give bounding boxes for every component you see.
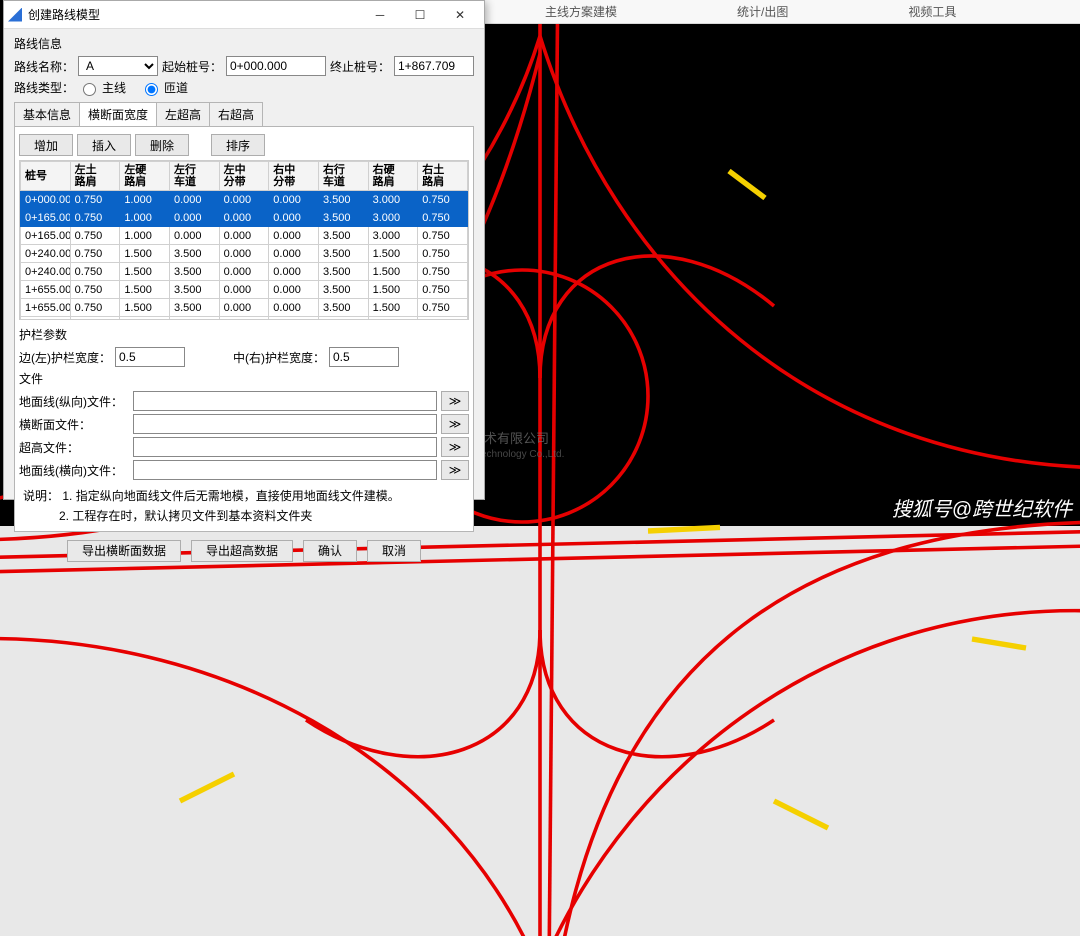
sohu-credit: 搜狐号@跨世纪软件 bbox=[892, 493, 1072, 522]
table-row[interactable]: 1+655.0000.7501.5003.5000.0000.0003.5001… bbox=[21, 299, 468, 317]
table-row[interactable]: 1+690.0000.7501.5000.0000.0000.0003.5001… bbox=[21, 317, 468, 320]
cancel-button[interactable]: 取消 bbox=[367, 540, 421, 562]
col-header[interactable]: 右中分带 bbox=[269, 162, 319, 191]
file-input-0[interactable] bbox=[133, 391, 437, 411]
file-input-1[interactable] bbox=[133, 414, 437, 434]
create-route-dialog: 创建路线模型 ─ ☐ ✕ 路线信息 路线名称： A 起始桩号： 终止桩号： 路线… bbox=[3, 0, 485, 500]
tab-super-left[interactable]: 左超高 bbox=[156, 102, 210, 126]
col-header[interactable]: 桩号 bbox=[21, 162, 71, 191]
guard-right-input[interactable] bbox=[329, 347, 399, 367]
browse-button-2[interactable]: ≫ bbox=[441, 437, 469, 457]
col-header[interactable]: 右土路肩 bbox=[418, 162, 468, 191]
browse-button-1[interactable]: ≫ bbox=[441, 414, 469, 434]
add-button[interactable]: 增加 bbox=[19, 134, 73, 156]
table-row[interactable]: 1+655.0000.7501.5003.5000.0000.0003.5001… bbox=[21, 281, 468, 299]
radio-mainline[interactable]: 主线 bbox=[78, 79, 126, 96]
browse-button-3[interactable]: ≫ bbox=[441, 460, 469, 480]
app-icon bbox=[8, 8, 22, 22]
col-header[interactable]: 左土路肩 bbox=[70, 162, 120, 191]
cross-section-table[interactable]: 桩号左土路肩左硬路肩左行车道左中分带右中分带右行车道右硬路肩右土路肩0+000.… bbox=[19, 160, 469, 320]
table-row[interactable]: 0+240.0000.7501.5003.5000.0000.0003.5001… bbox=[21, 245, 468, 263]
col-header[interactable]: 左硬路肩 bbox=[120, 162, 170, 191]
delete-button[interactable]: 删除 bbox=[135, 134, 189, 156]
export-cross-section-button[interactable]: 导出横断面数据 bbox=[67, 540, 181, 562]
export-superelev-button[interactable]: 导出超高数据 bbox=[191, 540, 293, 562]
route-name-select[interactable]: A bbox=[78, 56, 158, 76]
radio-ramp[interactable]: 匝道 bbox=[140, 79, 188, 96]
route-info-label: 路线信息 bbox=[14, 35, 474, 52]
tab-cross-section[interactable]: 横断面宽度 bbox=[79, 102, 157, 126]
close-button[interactable]: ✕ bbox=[440, 3, 480, 27]
maximize-button[interactable]: ☐ bbox=[400, 3, 440, 27]
col-header[interactable]: 右行车道 bbox=[318, 162, 368, 191]
table-row[interactable]: 0+165.0000.7501.0000.0000.0000.0003.5003… bbox=[21, 227, 468, 245]
ok-button[interactable]: 确认 bbox=[303, 540, 357, 562]
file-input-2[interactable] bbox=[133, 437, 437, 457]
sort-button[interactable]: 排序 bbox=[211, 134, 265, 156]
col-header[interactable]: 左行车道 bbox=[169, 162, 219, 191]
minimize-button[interactable]: ─ bbox=[360, 3, 400, 27]
browse-button-0[interactable]: ≫ bbox=[441, 391, 469, 411]
dialog-title: 创建路线模型 bbox=[28, 6, 360, 23]
start-stake-input[interactable] bbox=[226, 56, 326, 76]
guard-left-input[interactable] bbox=[115, 347, 185, 367]
insert-button[interactable]: 插入 bbox=[77, 134, 131, 156]
tab-basic[interactable]: 基本信息 bbox=[14, 102, 80, 126]
table-row[interactable]: 0+165.0000.7501.0000.0000.0000.0003.5003… bbox=[21, 209, 468, 227]
end-stake-input[interactable] bbox=[394, 56, 474, 76]
file-input-3[interactable] bbox=[133, 460, 437, 480]
tab-super-right[interactable]: 右超高 bbox=[209, 102, 263, 126]
col-header[interactable]: 右硬路肩 bbox=[368, 162, 418, 191]
table-row[interactable]: 0+240.0000.7501.5003.5000.0000.0003.5001… bbox=[21, 263, 468, 281]
col-header[interactable]: 左中分带 bbox=[219, 162, 269, 191]
table-row[interactable]: 0+000.0000.7501.0000.0000.0000.0003.5003… bbox=[21, 191, 468, 209]
ribbon-strip: 主线方案建模统计/出图视频工具 bbox=[485, 0, 1080, 24]
